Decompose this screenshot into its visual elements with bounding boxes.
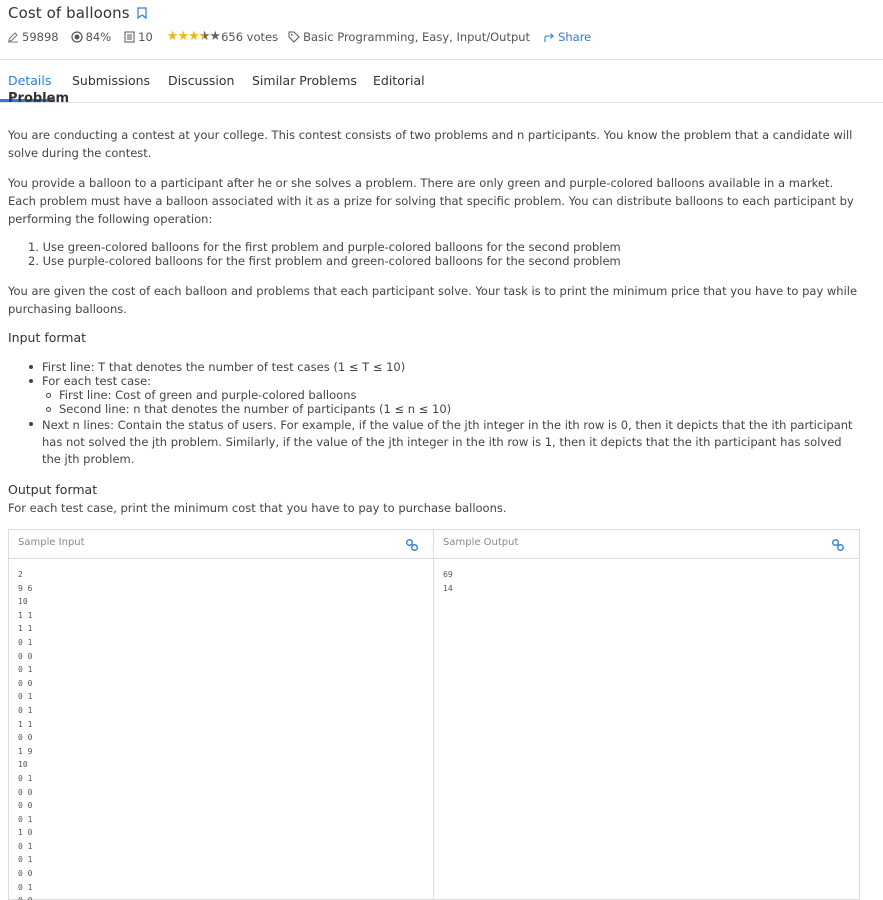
input-for-each: For each test case: [42,374,152,388]
tab-discussion[interactable]: Discussion [168,73,234,88]
problem-text-1: You are conducting a contest at your col… [8,128,853,160]
target-icon [70,30,83,43]
sample-input-line: 0 1 [18,882,33,892]
problem-paragraph-1: You are conducting a contest at your col… [8,126,863,162]
sample-input-line: 0 0 [18,651,33,661]
sample-output-panel: Sample Output 69 14 [434,530,859,899]
sample-input-line: 0 1 [18,773,33,783]
list-item: 1. Use green-colored balloons for the fi… [28,240,621,254]
tab-details[interactable]: Details [8,73,51,88]
sample-input-line: 0 0 [18,678,33,688]
sample-input-panel: Sample Input 2 9 6 10 1 1 1 1 0 1 0 0 0 1 0 0 0 1… [9,530,434,900]
sample-input-line: 2 [18,570,23,579]
sample-input-line: 0 1 [18,637,33,647]
sample-input-line: 0 0 [18,869,33,879]
rating: ★★★★★★ 656 votes [167,29,278,44]
sample-output-content: 69 14 [443,568,453,595]
list-item: 2. Use purple-colored balloons for the f… [28,254,621,268]
sample-input-line: 0 0 [18,894,32,900]
sample-input-line: 0 1 [18,855,33,865]
list-item: First line: Cost of green and purple-col… [43,388,861,402]
sample-input-line: 1 1 [18,610,33,620]
sample-input-header: Sample Input [9,530,433,559]
tab-submissions[interactable]: Submissions [72,73,150,88]
share-icon [544,32,554,42]
sample-input-line: 0 1 [18,814,33,824]
samples-panel: Sample Input 2 9 6 10 1 1 1 1 0 1 0 0 0 1 0 0 0 1… [8,529,860,900]
sample-input-content: 2 9 6 10 1 1 1 1 0 1 0 0 0 1 0 0 0 1 0 1 1 1 0 0 1 9 1… [18,568,32,900]
tag-icon [288,31,300,43]
input-next-lines: Next n lines: Contain the status of user… [42,418,853,466]
sample-input-line: 0 1 [18,692,33,702]
input-format-heading: Input format [8,330,87,345]
problem-header: Cost of balloons 59898 84% 10 ★★★★ ★ 656… [0,0,883,60]
sample-input-line: 0 1 [18,705,33,715]
sample-output-line: 14 [443,583,453,593]
share-label: Share [558,29,592,44]
sample-input-line: 0 0 [18,801,33,811]
problem-paragraph-2: You provide a balloon to a participant a… [8,174,863,228]
star-rating-icon[interactable]: ★★★★★★ [167,29,221,44]
link-icon[interactable] [405,538,419,552]
input-format-list: First line: T that denotes the number of… [26,360,861,468]
sample-input-line: 1 1 [18,719,33,729]
operations-list: 1. Use green-colored balloons for the fi… [28,240,858,268]
output-format-text: For each test case, print the minimum co… [8,501,507,515]
solvers-value: 59898 [22,29,59,44]
sample-input-line: 10 [18,597,28,607]
sample-output-label: Sample Output [443,537,519,548]
title-row: Cost of balloons [8,4,147,22]
sample-input-line: 0 0 [18,787,33,797]
operation-1: Use green-colored balloons for the first… [42,240,621,254]
input-sub-second: Second line: n that denotes the number o… [59,402,452,416]
tab-bar: Details Submissions Discussion Similar P… [0,59,883,103]
tags: Basic Programming, Easy, Input/Output [288,30,530,44]
sample-input-line: 10 [18,760,28,770]
tags-list[interactable]: Basic Programming, Easy, Input/Output [303,30,530,44]
input-first-line: First line: T that denotes the number of… [42,360,406,374]
problem-text-2: You provide a balloon to a participant a… [8,176,854,226]
problem-title: Cost of balloons [8,4,130,22]
tab-similar-problems[interactable]: Similar Problems [252,73,357,88]
success-rate-value: 84% [85,29,112,44]
bookmark-icon[interactable] [137,7,147,19]
points-value: 10 [138,29,153,44]
list-item: Second line: n that denotes the number o… [43,402,861,416]
success-rate: 84% [70,29,112,44]
sample-output-line: 69 [443,570,453,579]
sample-input-label: Sample Input [18,537,85,548]
problem-text-3: You are given the cost of each balloon a… [8,284,858,316]
tab-editorial[interactable]: Editorial [373,73,425,88]
input-sub-first: First line: Cost of green and purple-col… [59,388,357,402]
document-icon [124,31,135,42]
list-item: First line: T that denotes the number of… [26,360,861,374]
votes-count: 656 votes [221,29,279,44]
operation-2: Use purple-colored balloons for the firs… [42,254,621,268]
edit-icon [8,31,18,42]
output-format-heading: Output format [8,482,98,497]
link-icon[interactable] [831,538,845,552]
problem-paragraph-3: You are given the cost of each balloon a… [8,282,863,318]
list-item: Next n lines: Contain the status of user… [26,417,861,468]
sample-input-line: 1 0 [18,828,33,838]
problem-heading: Problem [8,91,69,102]
points: 10 [124,30,153,44]
sample-input-line: 1 9 [18,746,33,756]
sample-output-header: Sample Output [434,530,859,559]
list-item: For each test case: [26,374,861,388]
solvers-count: 59898 [7,30,59,44]
sample-input-line: 0 1 [18,841,33,851]
meta-row: 59898 84% 10 ★★★★★★ 656 votes Basi [7,29,591,44]
sample-input-line: 0 1 [18,665,33,675]
share-button[interactable]: Share [543,30,591,44]
sample-input-line: 9 6 [18,583,33,593]
sample-input-line: 1 1 [18,624,33,634]
sample-input-line: 0 0 [18,733,33,743]
